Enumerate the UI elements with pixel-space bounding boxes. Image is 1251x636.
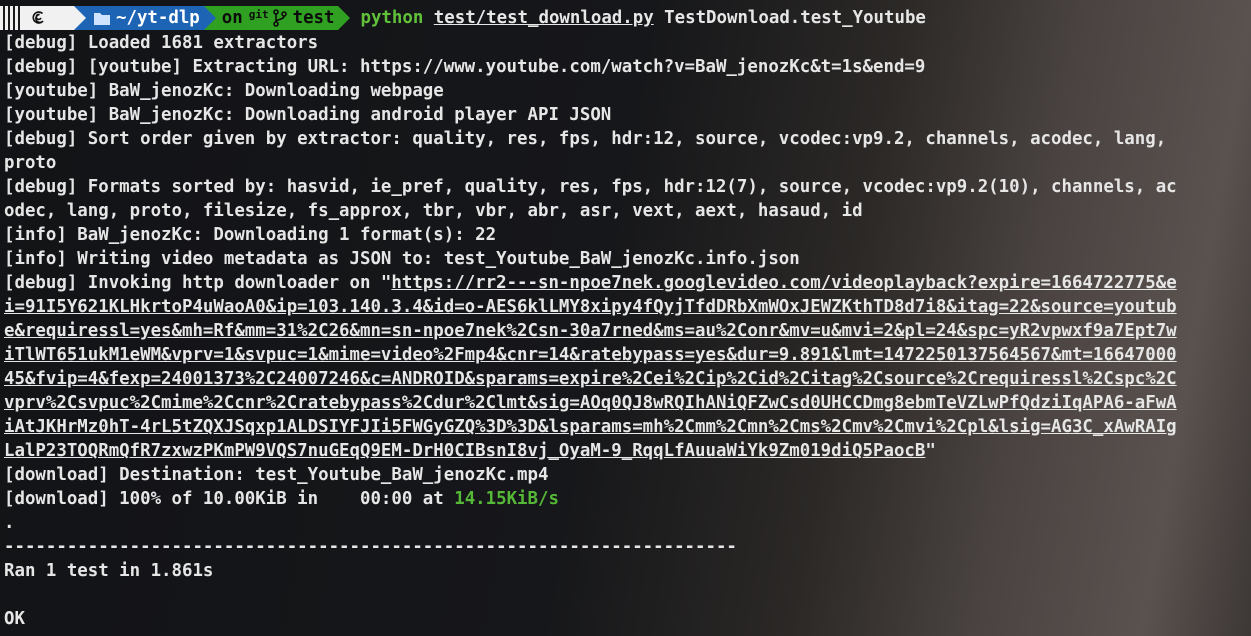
download-url-link[interactable]: https://rr2---sn-npoe7nek.googlevideo.co…	[391, 273, 1176, 293]
os-arrow	[74, 6, 86, 30]
invoke-prefix: [debug] Invoking http downloader on "	[4, 273, 392, 293]
download-progress: [download] 100% of 10.00KiB in 00:00 at	[4, 489, 455, 509]
output-line: [download] Destination: test_Youtube_BaW…	[4, 465, 549, 485]
command-test-file: test/test_download.py	[433, 8, 654, 28]
test-summary: Ran 1 test in 1.861s	[4, 561, 214, 581]
output-line: [debug] Loaded 1681 extractors	[4, 33, 319, 53]
terminal-window[interactable]: ~/yt-dlp on git test python test/test_do…	[0, 0, 1251, 636]
git-branch-icon	[272, 9, 287, 27]
prompt-stripes	[0, 6, 27, 30]
test-result-ok: OK	[4, 609, 25, 629]
git-branch-name: test	[292, 8, 335, 28]
command-line: python test/test_download.py TestDownloa…	[360, 8, 925, 28]
git-segment: on git test	[215, 6, 339, 30]
git-arrow	[338, 6, 351, 30]
download-speed: 14.15KiB/s	[454, 489, 559, 509]
debian-swirl-icon	[32, 11, 44, 24]
output-line: proto	[4, 153, 57, 173]
output-line: [info] BaW_jenozKc: Downloading 1 format…	[4, 225, 497, 245]
command-test-name: TestDownload.test_Youtube	[664, 8, 926, 28]
download-url-link[interactable]: i=91I5Y621KLHkrtoP4uWaoA0&ip=103.140.3.4…	[4, 295, 1251, 319]
output-line: [debug] Invoking http downloader on "htt…	[4, 271, 1251, 295]
output-line: LalP23TOQRmQfR7zxwzPKmPW9VQS7nuGEqQ9EM-D…	[4, 439, 1251, 463]
download-url-link[interactable]: iAtJKHrMz0hT-4rL5tZQXJSqxp1ALDSIYFJIi5FW…	[4, 415, 1251, 439]
output-line: [debug] [youtube] Extracting URL: https:…	[4, 57, 926, 77]
command-python: python	[360, 8, 424, 28]
dir-arrow	[203, 6, 216, 30]
download-url-link[interactable]: iTlWT651ukM1eWM&vprv=1&svpuc=1&mime=vide…	[4, 343, 1251, 367]
download-url-link[interactable]: LalP23TOQRmQfR7zxwzPKmPW9VQS7nuGEqQ9EM-D…	[4, 441, 925, 461]
output-line: [download] 100% of 10.00KiB in 00:00 at …	[4, 487, 1251, 511]
output-line: [youtube] BaW_jenozKc: Downloading andro…	[4, 105, 612, 125]
download-url-link[interactable]: 45&fvip=4&fexp=24001373%2C24007246&c=AND…	[4, 367, 1251, 391]
download-url-link[interactable]: vprv%2Csvpuc%2Cmime%2Ccnr%2Cratebypass%2…	[4, 391, 1251, 415]
output-line: [info] Writing video metadata as JSON to…	[4, 249, 800, 269]
git-label: git	[248, 8, 269, 21]
folder-icon	[94, 13, 110, 25]
git-on-label: on	[221, 8, 243, 28]
separator-rule: ----------------------------------------…	[4, 537, 737, 557]
url-suffix: "	[925, 441, 936, 461]
shell-prompt: ~/yt-dlp on git test python test/test_do…	[0, 6, 926, 30]
dir-segment: ~/yt-dlp	[86, 6, 204, 30]
os-segment	[0, 6, 74, 30]
output-line: [debug] Formats sorted by: hasvid, ie_pr…	[4, 177, 1177, 197]
output-line: odec, lang, proto, filesize, fs_approx, …	[4, 201, 863, 221]
output-line: [debug] Sort order given by extractor: q…	[4, 129, 1167, 149]
test-progress-dot: .	[4, 513, 15, 533]
download-url-link[interactable]: e&requiressl=yes&mh=Rf&mm=31%2C26&mn=sn-…	[4, 319, 1251, 343]
current-directory: ~/yt-dlp	[116, 8, 200, 28]
output-line: [youtube] BaW_jenozKc: Downloading webpa…	[4, 81, 444, 101]
